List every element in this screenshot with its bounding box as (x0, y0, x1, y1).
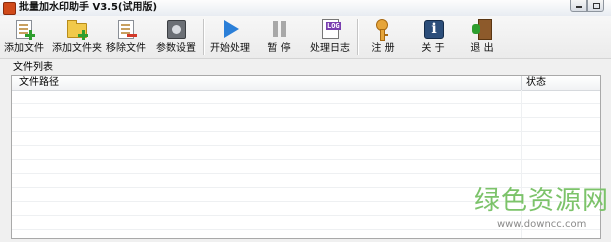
add-file-label: 添加文件 (4, 43, 44, 54)
exit-icon (471, 18, 493, 40)
window-title: 批量加水印助手 V3.5(试用版) (19, 2, 158, 13)
settings-button[interactable]: 参数设置 (155, 17, 197, 57)
grid-line (12, 131, 600, 132)
toolbar: 添加文件 添加文件夹 移除文件 参数设置 开始处理 暂 停 LOG 处理日志 注… (0, 16, 611, 59)
pause-button[interactable]: 暂 停 (262, 17, 296, 57)
about-label: 关 于 (421, 43, 445, 54)
file-list-header: 文件路径 状态 (12, 76, 600, 91)
add-folder-label: 添加文件夹 (52, 43, 102, 54)
start-label: 开始处理 (210, 43, 250, 54)
app-icon (3, 2, 16, 15)
remove-file-icon (115, 18, 137, 40)
register-label: 注 册 (371, 43, 395, 54)
exit-button[interactable]: 退 出 (466, 17, 498, 57)
play-icon (219, 18, 241, 40)
grid-line (12, 103, 600, 104)
file-list-group-label: 文件列表 (13, 62, 53, 73)
log-button[interactable]: LOG 处理日志 (309, 17, 351, 57)
grid-line (12, 145, 600, 146)
exit-label: 退 出 (470, 43, 494, 54)
remove-file-label: 移除文件 (106, 43, 146, 54)
minimize-button[interactable] (570, 0, 587, 12)
watermark-title: 绿色资源网 (474, 186, 610, 216)
add-file-icon (13, 18, 35, 40)
maximize-button[interactable] (587, 0, 604, 12)
start-button[interactable]: 开始处理 (210, 17, 250, 57)
grid-line (12, 117, 600, 118)
toolbar-separator (203, 19, 205, 55)
pause-icon (268, 18, 290, 40)
log-icon-badge: LOG (326, 22, 341, 30)
grid-line (12, 159, 600, 160)
register-button[interactable]: 注 册 (367, 17, 399, 57)
log-label: 处理日志 (310, 43, 350, 54)
settings-label: 参数设置 (156, 43, 196, 54)
column-divider[interactable] (521, 76, 522, 90)
key-icon (372, 18, 394, 41)
pause-label: 暂 停 (267, 43, 291, 54)
window-controls (567, 0, 607, 14)
watermark-url: www.downcc.com (497, 219, 587, 230)
about-button[interactable]: i 关 于 (417, 17, 449, 57)
add-folder-icon (66, 18, 88, 40)
grid-line (12, 173, 600, 174)
column-header-path[interactable]: 文件路径 (19, 77, 59, 89)
title-bar: 批量加水印助手 V3.5(试用版) (0, 0, 611, 17)
column-header-status[interactable]: 状态 (526, 77, 546, 89)
info-icon-glyph: i (424, 20, 444, 39)
toolbar-separator (357, 19, 359, 55)
add-file-button[interactable]: 添加文件 (4, 17, 44, 57)
settings-icon (165, 18, 187, 40)
info-icon: i (422, 18, 444, 40)
add-folder-button[interactable]: 添加文件夹 (52, 17, 102, 57)
remove-file-button[interactable]: 移除文件 (106, 17, 146, 57)
log-icon: LOG (319, 18, 341, 40)
